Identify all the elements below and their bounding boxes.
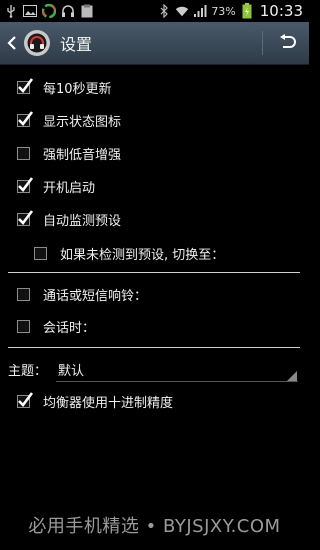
undo-button[interactable]	[275, 31, 299, 55]
wifi-icon	[175, 4, 189, 18]
bluetooth-icon	[157, 4, 171, 18]
usb-icon	[4, 4, 18, 18]
setting-label: 强制低音增强	[43, 148, 122, 163]
setting-force-bass-boost[interactable]: 强制低音增强	[0, 137, 309, 170]
image-icon	[23, 4, 37, 18]
clock: 10:33	[259, 2, 303, 20]
setting-label: 均衡器使用十进制精度	[43, 396, 174, 411]
setting-update-interval[interactable]: 每10秒更新	[0, 71, 309, 104]
signal-icon	[193, 4, 207, 18]
checkbox[interactable]	[17, 320, 30, 333]
setting-label: 显示状态图标	[43, 115, 122, 130]
theme-setting: 主题： 默认	[0, 352, 309, 384]
watermark: 必用手机精选 • BYJSJXY.COM	[28, 516, 281, 537]
status-bar: 73% 10:33	[0, 0, 309, 22]
dropdown-arrow-icon[interactable]	[287, 371, 297, 381]
clipboard-icon	[80, 4, 94, 18]
system-status: 73% 10:33	[157, 2, 309, 20]
setting-call-sms-ring[interactable]: 通话或短信响铃：	[0, 278, 309, 311]
checkbox[interactable]	[17, 177, 34, 193]
checkbox[interactable]	[17, 78, 34, 94]
notification-icons	[0, 4, 94, 18]
setting-label: 开机启动	[43, 181, 96, 196]
checkmark-icon	[18, 392, 34, 407]
chevron-left-icon	[7, 36, 16, 50]
setting-start-on-boot[interactable]: 开机启动	[0, 170, 309, 203]
setting-in-call[interactable]: 会话时：	[0, 310, 309, 343]
checkbox[interactable]	[34, 247, 47, 260]
page-title: 设置	[60, 35, 93, 54]
battery-percent: 73%	[211, 4, 236, 18]
action-bar: 设置	[0, 22, 309, 65]
checkbox[interactable]	[17, 147, 30, 160]
checkmark-icon	[18, 78, 34, 93]
checkmark-icon	[18, 177, 34, 192]
battery-charging-icon	[240, 3, 254, 19]
headphones-app-icon	[27, 33, 47, 53]
undo-icon	[280, 34, 296, 48]
checkbox[interactable]	[17, 288, 30, 301]
dropdown-underline	[56, 381, 298, 382]
setting-auto-detect-preset[interactable]: 自动监测预设	[0, 203, 309, 236]
color-wheel-icon	[42, 4, 56, 18]
section-divider	[8, 272, 300, 273]
headphones-icon	[61, 4, 75, 18]
checkbox[interactable]	[17, 392, 34, 408]
section-divider	[8, 347, 300, 348]
setting-label: 会话时：	[43, 321, 96, 336]
setting-fallback-preset[interactable]: 如果未检测到预设, 切换至：	[0, 237, 309, 270]
setting-label: 如果未检测到预设, 切换至：	[60, 248, 225, 263]
setting-show-status-icon[interactable]: 显示状态图标	[0, 104, 309, 137]
back-button[interactable]	[4, 22, 20, 64]
app-icon[interactable]	[24, 30, 50, 56]
setting-label: 通话或短信响铃：	[43, 289, 148, 304]
checkbox[interactable]	[17, 111, 34, 127]
action-bar-divider	[262, 31, 263, 55]
checkmark-icon	[18, 210, 34, 225]
checkbox[interactable]	[17, 210, 34, 226]
checkmark-icon	[18, 111, 34, 126]
theme-dropdown[interactable]: 默认	[58, 360, 84, 379]
setting-decimal-precision[interactable]: 均衡器使用十进制精度	[0, 385, 309, 418]
theme-label: 主题：	[8, 364, 48, 379]
setting-label: 每10秒更新	[43, 82, 112, 97]
setting-label: 自动监测预设	[43, 214, 122, 229]
